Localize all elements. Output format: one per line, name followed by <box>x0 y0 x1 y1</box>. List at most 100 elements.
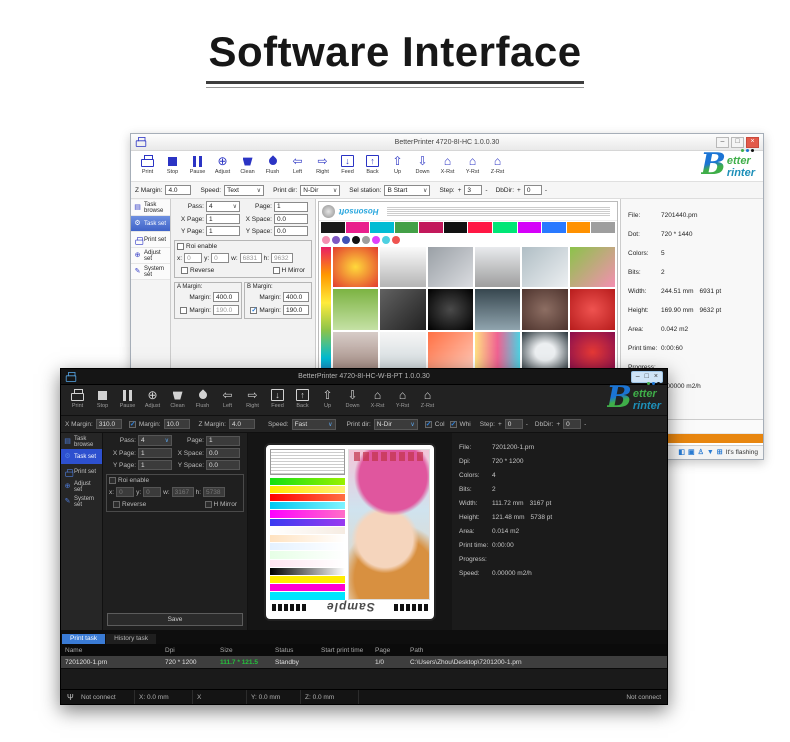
step-input[interactable]: 0 <box>505 419 523 429</box>
column-header-3[interactable]: Status <box>275 647 321 654</box>
tab-history-task[interactable]: History task <box>106 634 156 644</box>
h-mirror-checkbox[interactable] <box>205 501 212 508</box>
sidebar-item-task-browse[interactable]: ▤ Task browse <box>131 200 170 216</box>
b-margin2-input[interactable]: 190.0 <box>283 305 309 315</box>
step-input[interactable]: 3 <box>464 185 482 195</box>
step-minus-button[interactable]: - <box>526 421 528 428</box>
toolbar-button-pause[interactable]: Pause <box>185 154 210 175</box>
y-page-input[interactable]: 1 <box>138 460 172 470</box>
toolbar-button-feed[interactable]: ↓ Feed <box>265 388 290 409</box>
maximize-button[interactable]: □ <box>731 137 744 148</box>
toolbar-button-flush[interactable]: Flush <box>190 388 215 409</box>
toolbar-button-up[interactable]: ⇧ Up <box>315 388 340 409</box>
toolbar-button-xrst[interactable]: ⌂ X-Rst <box>365 388 390 409</box>
roi-w-input[interactable]: 3167 <box>172 487 194 497</box>
toolbar-button-clean[interactable]: Clean <box>165 388 190 409</box>
roi-y-input[interactable]: 0 <box>211 253 229 263</box>
sidebar-item-print-set[interactable]: Print set <box>131 232 170 248</box>
sel-station-select[interactable]: B Start∨ <box>384 185 430 196</box>
close-button[interactable]: × <box>746 137 759 148</box>
task-table-row[interactable]: 7201200-1.prn720 * 1200111.7 * 121.5Stan… <box>61 656 667 668</box>
toolbar-button-print[interactable]: Print <box>65 388 90 409</box>
a-margin2-input[interactable]: 190.0 <box>213 305 239 315</box>
column-header-4[interactable]: Start print time <box>321 647 375 654</box>
minimize-button[interactable]: – <box>636 373 640 380</box>
tab-print-task[interactable]: Print task <box>62 634 105 644</box>
print-dir-select[interactable]: N-Dir∨ <box>300 185 340 196</box>
dbdir-plus-button[interactable]: + <box>556 421 560 428</box>
dbdir-input[interactable]: 0 <box>524 185 542 195</box>
roi-h-input[interactable]: 9632 <box>271 253 293 263</box>
pass-select[interactable]: 4∨ <box>206 201 240 212</box>
toolbar-button-print[interactable]: Print <box>135 154 160 175</box>
toolbar-button-zrst[interactable]: ⌂ Z-Rst <box>485 154 510 175</box>
roi-w-input[interactable]: 6831 <box>240 253 262 263</box>
column-header-5[interactable]: Page <box>375 647 410 654</box>
speed-select[interactable]: Text∨ <box>224 185 264 196</box>
toolbar-button-feed[interactable]: ↓ Feed <box>335 154 360 175</box>
b-margin1-input[interactable]: 400.0 <box>283 292 309 302</box>
maximize-button[interactable]: □ <box>645 373 649 380</box>
toolbar-button-left[interactable]: ⇦ Left <box>215 388 240 409</box>
toolbar-button-zrst[interactable]: ⌂ Z-Rst <box>415 388 440 409</box>
sidebar-item-task-set[interactable]: ⚙ Task set <box>131 216 170 232</box>
dbdir-input[interactable]: 0 <box>563 419 581 429</box>
print-dir-select[interactable]: N-Dir∨ <box>374 419 418 430</box>
toolbar-button-yrst[interactable]: ⌂ Y-Rst <box>460 154 485 175</box>
sidebar-item-system-set[interactable]: ✎ System set <box>131 264 170 280</box>
z-margin-input[interactable]: 4.0 <box>165 185 191 195</box>
toolbar-button-right[interactable]: ⇨ Right <box>310 154 335 175</box>
roi-enable-checkbox[interactable] <box>177 243 184 250</box>
toolbar-button-yrst[interactable]: ⌂ Y-Rst <box>390 388 415 409</box>
close-button[interactable]: × <box>654 373 658 380</box>
roi-h-input[interactable]: 5738 <box>203 487 225 497</box>
toolbar-button-flush[interactable]: Flush <box>260 154 285 175</box>
toolbar-button-stop[interactable]: Stop <box>160 154 185 175</box>
toolbar-button-stop[interactable]: Stop <box>90 388 115 409</box>
toolbar-button-xrst[interactable]: ⌂ X-Rst <box>435 154 460 175</box>
toolbar-button-adjust[interactable]: ⊕ Adjust <box>210 154 235 175</box>
column-header-2[interactable]: Size <box>220 647 275 654</box>
sidebar-item-task-set[interactable]: ⚙ Task set <box>61 449 102 464</box>
whi-checkbox[interactable] <box>450 421 457 428</box>
roi-y-input[interactable]: 0 <box>143 487 161 497</box>
dbdir-minus-button[interactable]: - <box>545 187 547 194</box>
x-space-input[interactable]: 0.0 <box>274 214 308 224</box>
sidebar-item-print-set[interactable]: Print set <box>61 464 102 479</box>
x-page-input[interactable]: 1 <box>206 214 240 224</box>
toolbar-button-back[interactable]: ↑ Back <box>360 154 385 175</box>
pass-select[interactable]: 4∨ <box>138 435 172 446</box>
a-margin1-input[interactable]: 400.0 <box>213 292 239 302</box>
a-margin2-checkbox[interactable] <box>180 307 187 314</box>
step-plus-button[interactable]: + <box>498 421 502 428</box>
y-page-input[interactable]: 1 <box>206 226 240 236</box>
column-header-0[interactable]: Name <box>65 647 165 654</box>
sidebar-item-adjust-set[interactable]: ⊕ Adjust set <box>61 479 102 494</box>
sidebar-item-task-browse[interactable]: ▤ Task browse <box>61 434 102 449</box>
y-space-input[interactable]: 0.0 <box>274 226 308 236</box>
page-input[interactable]: 1 <box>206 436 240 446</box>
minimize-button[interactable]: – <box>716 137 729 148</box>
speed-select[interactable]: Fast∨ <box>292 419 336 430</box>
h-mirror-checkbox[interactable] <box>273 267 280 274</box>
save-button[interactable]: Save <box>107 613 243 626</box>
dbdir-minus-button[interactable]: - <box>584 421 586 428</box>
toolbar-button-down[interactable]: ⇩ Down <box>340 388 365 409</box>
x-page-input[interactable]: 1 <box>138 448 172 458</box>
page-input[interactable]: 1 <box>274 202 308 212</box>
roi-x-input[interactable]: 0 <box>184 253 202 263</box>
toolbar-button-down[interactable]: ⇩ Down <box>410 154 435 175</box>
reverse-checkbox[interactable] <box>113 501 120 508</box>
sidebar-item-system-set[interactable]: ✎ System set <box>61 494 102 509</box>
toolbar-button-pause[interactable]: Pause <box>115 388 140 409</box>
col-checkbox[interactable] <box>425 421 432 428</box>
step-minus-button[interactable]: - <box>485 187 487 194</box>
step-plus-button[interactable]: + <box>458 187 462 194</box>
z-margin-input[interactable]: 4.0 <box>229 419 255 429</box>
toolbar-button-clean[interactable]: Clean <box>235 154 260 175</box>
toolbar-button-back[interactable]: ↑ Back <box>290 388 315 409</box>
roi-x-input[interactable]: 0 <box>116 487 134 497</box>
toolbar-button-up[interactable]: ⇧ Up <box>385 154 410 175</box>
y-space-input[interactable]: 0.0 <box>206 460 240 470</box>
margin-checkbox[interactable] <box>129 421 136 428</box>
